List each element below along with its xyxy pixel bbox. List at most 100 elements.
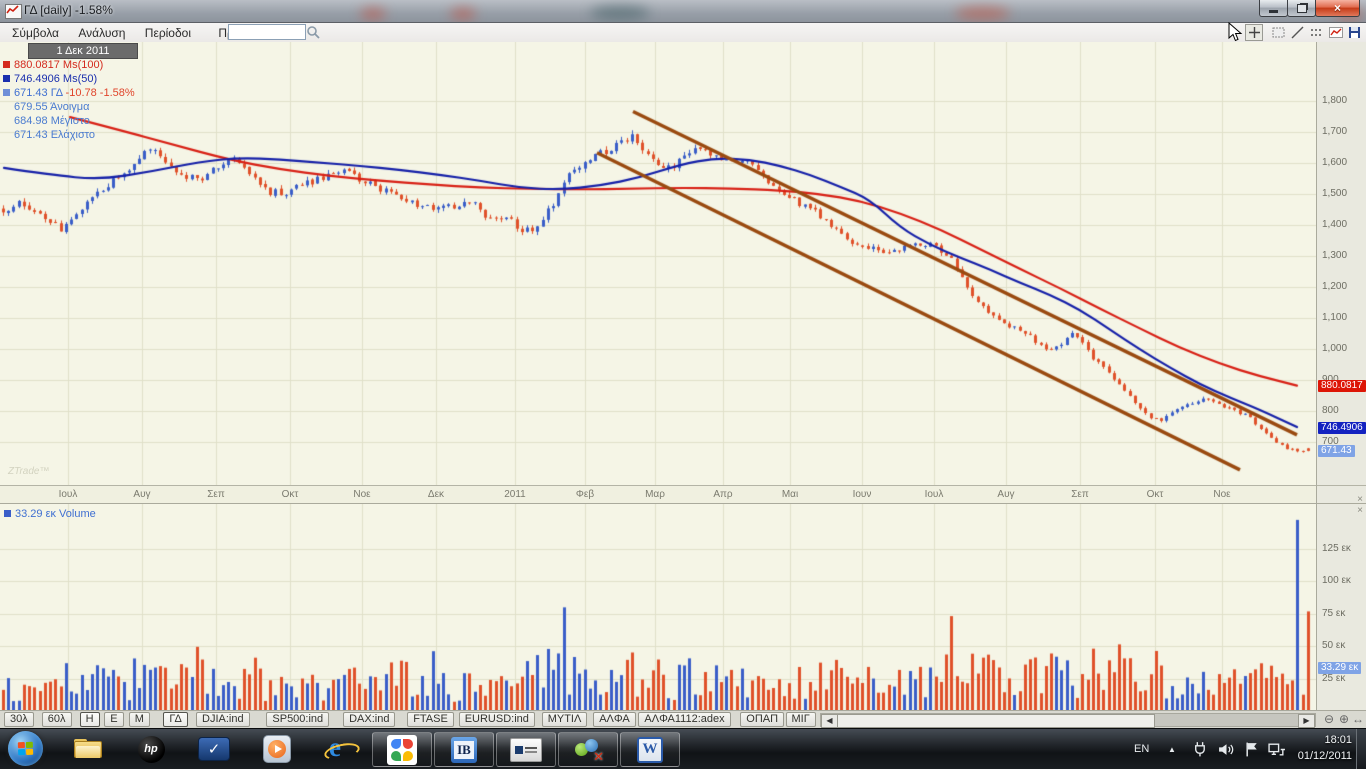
price-tick-label: 1,200 <box>1322 281 1347 292</box>
close-button[interactable]: × <box>1315 0 1360 17</box>
legend-text: 671.43 Ελάχιστο <box>14 129 95 141</box>
window-controls: × <box>1260 0 1360 17</box>
crosshair-date-box: 1 Δεκ 2011 <box>28 43 138 59</box>
crosshair-tool-icon[interactable] <box>1245 24 1263 41</box>
trendline-tool-icon[interactable] <box>1288 24 1306 41</box>
tab-symbol-ΟΠΑΠ[interactable]: ΟΠΑΠ <box>740 712 784 727</box>
minimize-button[interactable] <box>1259 0 1288 17</box>
volume-canvas[interactable] <box>0 504 1316 711</box>
time-tick-label: Φεβ <box>563 489 607 500</box>
taskbar-internet-explorer-icon[interactable]: e <box>320 733 360 765</box>
taskbar-media-player-icon[interactable] <box>257 733 297 765</box>
horizontal-scrollbar[interactable]: ◀ ▶ <box>820 713 1316 727</box>
time-tick-label: Νοε <box>1200 489 1244 500</box>
hidden-icons-button[interactable]: ▲ <box>1168 745 1176 754</box>
taskbar-ztrade-check-icon[interactable]: ✓ <box>194 733 234 765</box>
taskbar-trading-app-button[interactable] <box>496 732 556 767</box>
window-title: ΓΔ [daily] -1.58% <box>24 3 113 17</box>
price-axis: 1,8001,7001,6001,5001,4001,3001,2001,100… <box>1316 42 1366 485</box>
time-tick-label: Απρ <box>701 489 745 500</box>
tab-timeframe-Η[interactable]: Η <box>80 712 100 727</box>
price-chart-pane[interactable]: 1 Δεκ 2011 880.0817 Ms(100)746.4906 Ms(5… <box>0 42 1316 485</box>
price-chart-canvas[interactable] <box>0 42 1316 485</box>
tab-symbol-EURUSD:ind[interactable]: EURUSD:ind <box>459 712 535 727</box>
taskbar-messenger-button[interactable]: ✕ <box>558 732 618 767</box>
volume-tick-label: 100 εκ <box>1322 575 1351 586</box>
tab-symbol-ΑΛΦΑ[interactable]: ΑΛΦΑ <box>593 712 635 727</box>
tab-symbol-ΑΛΦΑ1112:adex[interactable]: ΑΛΦΑ1112:adex <box>638 712 730 727</box>
taskbar-word-button[interactable]: W <box>620 732 680 767</box>
time-tick-label: Μαι <box>768 489 812 500</box>
tab-timeframe-60λ[interactable]: 60λ <box>42 712 72 727</box>
tab-symbol-DAX:ind[interactable]: DAX:ind <box>343 712 395 727</box>
tab-symbol-SP500:ind[interactable]: SP500:ind <box>266 712 329 727</box>
volume-icon[interactable] <box>1218 741 1235 763</box>
start-button[interactable] <box>8 731 43 766</box>
legend-row: 671.43 Ελάχιστο <box>3 128 135 142</box>
tab-timeframe-Μ[interactable]: Μ <box>129 712 150 727</box>
time-tick-label: Μαρ <box>633 489 677 500</box>
menubar: ΣύμβολαΑνάλυσηΠερίοδοιΠροβολή <box>0 23 1366 43</box>
zoom-fit-button[interactable]: ↔ <box>1351 712 1365 726</box>
tab-timeframe-30λ[interactable]: 30λ <box>4 712 34 727</box>
taskbar-explorer-icon[interactable] <box>68 733 108 765</box>
tab-symbol-ΜΥΤΙΛ[interactable]: ΜΥΤΙΛ <box>542 712 588 727</box>
region-tool-icon[interactable] <box>1269 24 1287 41</box>
volume-legend-marker <box>4 510 11 517</box>
zoom-out-button[interactable]: ⊖ <box>1322 712 1336 726</box>
volume-pane[interactable]: 33.29 εκ Volume <box>0 503 1316 711</box>
volume-tick-label: 125 εκ <box>1322 543 1351 554</box>
taskbar-clock[interactable]: 18:01 01/12/2011 <box>1298 732 1352 764</box>
legend-text: 679.55 Άνοιγμα <box>14 101 90 113</box>
titlebar-glass-blob <box>955 7 1010 20</box>
price-tick-label: 1,000 <box>1322 343 1347 354</box>
restore-button[interactable] <box>1287 0 1316 17</box>
price-tick-label: 1,500 <box>1322 188 1347 199</box>
menu-item-1[interactable]: Σύμβολα <box>6 25 65 41</box>
chart-tool-icon[interactable] <box>1327 24 1345 41</box>
scroll-left-arrow[interactable]: ◀ <box>821 714 838 728</box>
zoom-in-button[interactable]: ⊕ <box>1337 712 1351 726</box>
dotted-line-tool-icon[interactable] <box>1308 24 1326 41</box>
legend-marker <box>3 75 10 82</box>
scrollbar-thumb[interactable] <box>837 714 1155 728</box>
volume-axis: ×125 εκ100 εκ75 εκ50 εκ25 εκ33.29 εκ <box>1316 503 1366 711</box>
titlebar-glass-blob <box>450 8 476 20</box>
app-icon <box>5 4 22 19</box>
menu-item-3[interactable]: Περίοδοι <box>139 25 197 41</box>
tab-symbol-ΜΙΓ[interactable]: ΜΙΓ <box>786 712 816 727</box>
tab-symbol-FTASE[interactable]: FTASE <box>407 712 454 727</box>
price-marker-label: 671.43 <box>1318 445 1355 457</box>
tab-symbol-DJIA:ind[interactable]: DJIA:ind <box>196 712 250 727</box>
tab-symbol-ΓΔ[interactable]: ΓΔ <box>163 712 187 727</box>
volume-legend-text: 33.29 εκ Volume <box>15 508 96 520</box>
price-tick-label: 1,300 <box>1322 250 1347 261</box>
taskbar-google-button[interactable] <box>372 732 432 767</box>
price-tick-label: 800 <box>1322 405 1339 416</box>
tab-timeframe-Ε[interactable]: Ε <box>104 712 123 727</box>
pane-close-icon[interactable]: × <box>1357 506 1363 516</box>
language-indicator[interactable]: EN <box>1134 743 1149 755</box>
titlebar[interactable]: ΓΔ [daily] -1.58% × <box>0 0 1366 23</box>
network-icon[interactable] <box>1268 741 1286 763</box>
symbol-search-input[interactable] <box>228 24 306 40</box>
show-desktop-button[interactable] <box>1356 729 1366 769</box>
legend-row: 746.4906 Ms(50) <box>3 72 135 86</box>
search-icon[interactable] <box>306 25 320 42</box>
scroll-right-arrow[interactable]: ▶ <box>1298 714 1315 728</box>
restore-icon <box>1297 4 1307 13</box>
taskbar-hp-icon[interactable]: hp <box>131 733 171 765</box>
application-window: ΓΔ [daily] -1.58% × Σύμβολα Ανάλυση Περίοδ… <box>0 0 1366 768</box>
time-tick-label: 2011 <box>493 489 537 500</box>
action-center-flag-icon[interactable] <box>1244 741 1261 763</box>
mouse-cursor <box>1228 22 1243 48</box>
time-axis: ΙουλΑυγΣεπΟκτΝοεΔεκ2011ΦεβΜαρΑπρΜαιΙουνΙ… <box>0 485 1316 504</box>
taskbar-interactive-brokers-button[interactable]: IB <box>434 732 494 767</box>
price-tick-label: 1,600 <box>1322 157 1347 168</box>
time-tick-label: Οκτ <box>268 489 312 500</box>
save-tool-icon[interactable] <box>1345 24 1363 41</box>
bottom-tab-bar: 30λ 60λ ΗΕΜ ΓΔ DJIA:ind SP500:ind DAX:ind FTASE… <box>0 710 1366 729</box>
volume-tick-label: 50 εκ <box>1322 640 1345 651</box>
power-icon[interactable] <box>1192 741 1209 763</box>
menu-item-2[interactable]: Ανάλυση <box>72 25 131 41</box>
